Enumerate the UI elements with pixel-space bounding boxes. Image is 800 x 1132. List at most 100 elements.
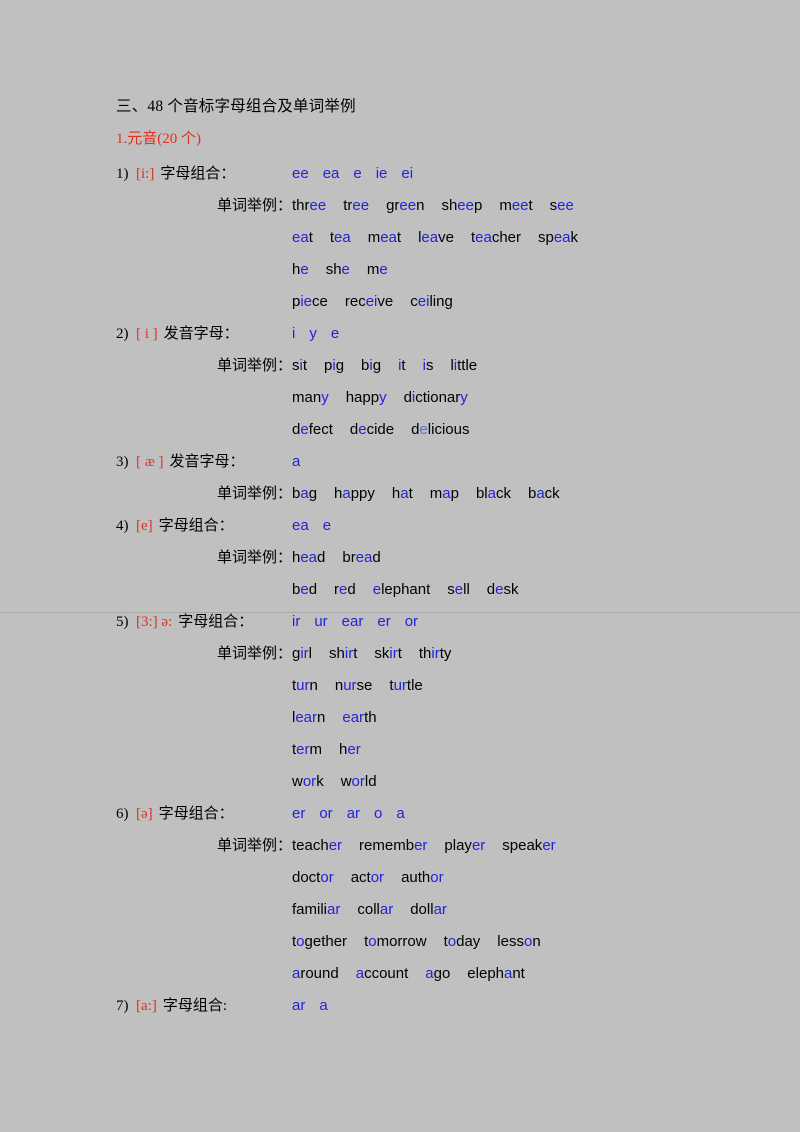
highlighted-letters: ei: [365, 292, 378, 310]
letter-combination: ea: [322, 164, 340, 182]
highlighted-letters: a: [504, 964, 513, 982]
examples-label: 单词举例：: [216, 485, 292, 502]
example-word: little: [450, 356, 478, 374]
example-row-line: work world: [116, 766, 786, 798]
highlighted-letters: e: [341, 260, 350, 278]
example-word: doctor: [292, 868, 334, 886]
highlighted-letters: or: [320, 868, 334, 886]
item-number: 4): [116, 517, 129, 534]
letter-combination: ie: [375, 164, 388, 182]
example-word: piece: [292, 292, 328, 310]
example-row: doctor actor author: [292, 862, 444, 894]
highlighted-letters: ir: [344, 644, 354, 662]
example-word: pig: [324, 356, 345, 374]
letter-combination: ur: [314, 612, 328, 630]
highlighted-letters: y: [379, 388, 387, 406]
head-label: 字母组合:: [162, 997, 227, 1014]
highlighted-letters: er: [471, 836, 486, 854]
example-row: eat tea meat leave teacher speak: [292, 222, 578, 254]
highlighted-letters: e: [300, 260, 309, 278]
highlighted-letters: i: [369, 356, 373, 374]
example-word: ago: [425, 964, 451, 982]
letter-combination: e: [330, 324, 340, 342]
example-row-line: he she me: [116, 254, 786, 286]
highlighted-letters: ee: [511, 196, 529, 214]
example-row: familiar collar dollar: [292, 894, 447, 926]
highlighted-letters: i: [332, 356, 336, 374]
example-word: back: [527, 484, 560, 502]
phoneme-block: 2)[ i ] 发音字母： i y e 单词举例： sit pig big it is little m…: [116, 318, 786, 446]
example-word: sit: [292, 356, 308, 374]
highlighted-letters: er: [347, 740, 361, 758]
highlighted-letters: i: [299, 356, 303, 374]
letter-combination: ir: [292, 612, 301, 630]
highlighted-letters: ir: [431, 644, 440, 662]
example-word: elephant: [372, 580, 431, 598]
highlighted-letters: ea: [475, 228, 492, 246]
highlighted-letters: y: [460, 388, 468, 406]
example-word: defect: [292, 420, 333, 438]
examples-line: 单词举例： sit pig big it is little: [116, 350, 786, 382]
item-number: 2): [116, 325, 129, 342]
example-word: tea: [329, 228, 351, 246]
highlighted-letters: ar: [327, 900, 341, 918]
highlighted-letters: ear: [342, 708, 365, 726]
examples-line: 单词举例： three tree green sheep meet see: [116, 190, 786, 222]
example-row-line: defect decide delicious: [116, 414, 786, 446]
example-word: me: [366, 260, 388, 278]
example-row-line: piece receive ceiling: [116, 286, 786, 318]
highlighted-letters: o: [523, 932, 533, 950]
highlighted-letters: ar: [379, 900, 394, 918]
highlighted-letters: or: [302, 772, 317, 790]
letter-combinations: er or ar o a: [292, 798, 419, 830]
example-word: girl: [292, 644, 313, 662]
example-word: many: [292, 388, 329, 406]
phoneme-header-line: 1) [i:] 字母组合： ee ea e ie ei: [116, 158, 786, 190]
highlighted-letters: a: [292, 964, 301, 982]
phoneme-block: 5) [3:] ə: 字母组合： ir ur ear er or 单词举例： girl shirt s…: [116, 606, 786, 798]
example-word: world: [340, 772, 377, 790]
example-word: eat: [292, 228, 313, 246]
example-word: black: [475, 484, 511, 502]
example-word: account: [355, 964, 409, 982]
example-word: dictionary: [403, 388, 468, 406]
example-row-line: familiar collar dollar: [116, 894, 786, 926]
ipa-symbol: [ə]: [136, 805, 153, 822]
example-word: lesson: [497, 932, 541, 950]
head-label: 发音字母：: [169, 453, 245, 470]
example-row: he she me: [292, 254, 388, 286]
document-page: 三、48 个音标字母组合及单词举例 1.元音(20 个) 1) [i:] 字母组合：…: [0, 0, 800, 1132]
example-word: delicious: [411, 420, 470, 438]
highlighted-letters: i: [422, 356, 426, 374]
highlighted-letters: i: [453, 356, 458, 374]
highlighted-letters: ear: [295, 708, 318, 726]
example-word: today: [443, 932, 481, 950]
head-label: 发音字母：: [163, 325, 239, 342]
highlighted-letters: i: [398, 356, 402, 374]
letter-combinations: ea e: [292, 510, 345, 542]
example-word: head: [292, 548, 326, 566]
phoneme-sections: 1) [i:] 字母组合： ee ea e ie ei 单词举例： three tree green s…: [116, 158, 786, 1022]
letter-combination: or: [404, 612, 419, 630]
item-number: 3): [116, 453, 129, 470]
highlighted-letters: a: [425, 964, 434, 982]
highlighted-letters: a: [342, 484, 351, 502]
example-word: receive: [344, 292, 394, 310]
example-row: turn nurse turtle: [292, 670, 423, 702]
highlighted-letters: e: [419, 420, 428, 438]
highlighted-letters: o: [368, 932, 377, 950]
example-word: map: [429, 484, 459, 502]
example-word: actor: [350, 868, 385, 886]
example-word: elephant: [467, 964, 525, 982]
head-label: 字母组合：: [160, 165, 236, 182]
example-word: red: [334, 580, 356, 598]
highlighted-letters: ar: [433, 900, 447, 918]
highlighted-letters: e: [300, 420, 309, 438]
example-word: together: [292, 932, 348, 950]
highlighted-letters: ir: [300, 644, 309, 662]
examples-label: 单词举例：: [216, 645, 292, 662]
highlighted-letters: ea: [300, 548, 318, 566]
example-row-line: bed red elephant sell desk: [116, 574, 786, 606]
examples-label: 单词举例：: [216, 197, 292, 214]
phoneme-header-line: 4) [e] 字母组合： ea e: [116, 510, 786, 542]
